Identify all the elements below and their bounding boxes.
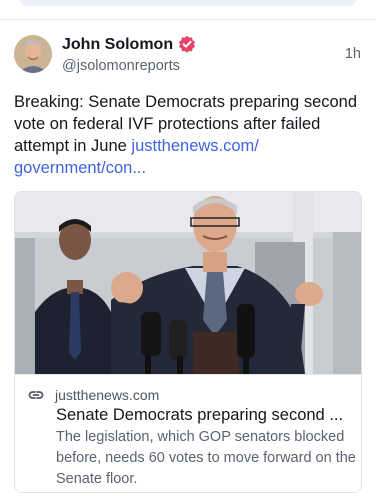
post-text: Breaking: Senate Democrats preparing sec… [14,91,364,179]
link-card-title[interactable]: Senate Democrats preparing second ... [56,404,356,426]
link-card-domain-row: justthenews.com [28,386,159,404]
author-name[interactable]: John Solomon [62,35,173,55]
link-card-domain: justthenews.com [55,387,160,403]
previous-post-edge [0,0,376,20]
post-time: 1h [344,46,361,62]
divider [0,19,376,20]
link-card-body: justthenews.com Senate Democrats prepari… [15,374,361,492]
link-icon [28,391,44,399]
author-handle[interactable]: @jsolomonreports [62,57,180,75]
verified-badge-icon [179,35,195,53]
avatar[interactable] [14,35,52,73]
link-card[interactable]: justthenews.com Senate Democrats prepari… [14,191,362,493]
link-card-image [15,192,361,374]
link-card-description: The legislation, which GOP senators bloc… [56,429,356,487]
